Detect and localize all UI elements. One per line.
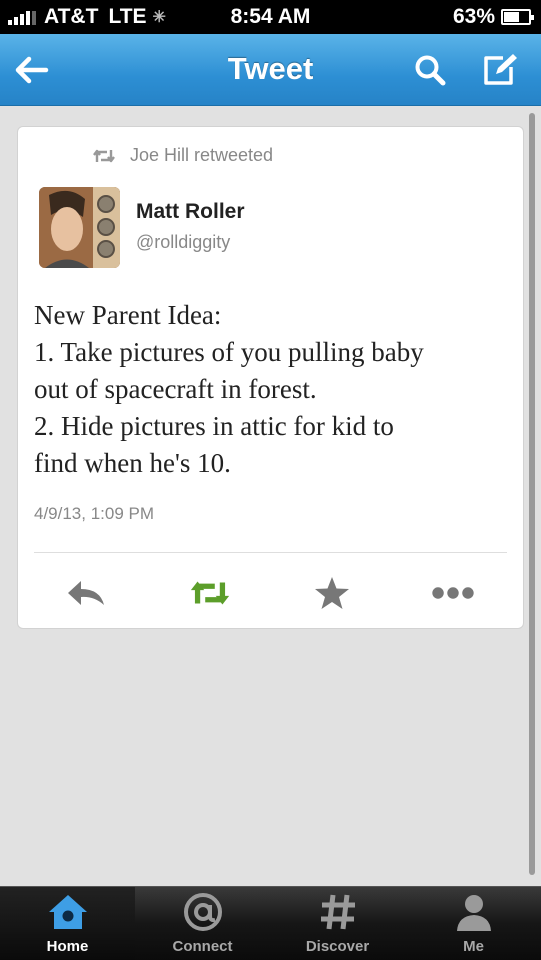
retweet-button[interactable] xyxy=(188,575,232,611)
at-sign-icon xyxy=(183,893,222,931)
tab-bar: Home Connect Discover Me xyxy=(0,886,541,960)
tab-discover[interactable]: Discover xyxy=(270,887,405,960)
tab-connect[interactable]: Connect xyxy=(135,887,270,960)
battery-level xyxy=(504,12,519,22)
tweet-text-line: 2. Hide pictures in attic for kid to xyxy=(34,411,394,441)
reply-button[interactable] xyxy=(64,575,108,611)
tweet-text-line: New Parent Idea: xyxy=(34,300,222,330)
search-icon xyxy=(415,55,446,86)
compose-button[interactable] xyxy=(478,50,522,90)
author-name[interactable]: Matt Roller xyxy=(136,200,245,224)
more-button[interactable] xyxy=(431,575,475,611)
author-handle[interactable]: @rolldiggity xyxy=(136,232,230,253)
scrollbar[interactable] xyxy=(529,113,535,875)
tweet-text-line: find when he's 10. xyxy=(34,448,231,478)
avatar-photo xyxy=(39,187,120,268)
tweet-text-line: 1. Take pictures of you pulling baby xyxy=(34,337,424,367)
hash-icon xyxy=(320,894,355,930)
compose-icon xyxy=(484,54,517,85)
reply-icon xyxy=(68,581,104,605)
favorite-button[interactable] xyxy=(310,575,354,611)
nav-bar: Tweet xyxy=(0,34,541,106)
retweet-small-icon xyxy=(93,149,115,162)
divider xyxy=(34,552,507,553)
battery-icon xyxy=(501,9,534,25)
tab-label: Connect xyxy=(172,938,233,955)
tab-label: Me xyxy=(463,938,484,955)
page-title: Tweet xyxy=(227,51,314,86)
more-dots-icon xyxy=(432,587,474,599)
search-button[interactable] xyxy=(408,50,452,90)
tab-label: Home xyxy=(46,938,89,955)
retweet-context: Joe Hill retweeted xyxy=(92,145,273,166)
tab-me[interactable]: Me xyxy=(406,887,541,960)
tweet-card: Joe Hill retweeted Matt Roller @rolldigg… xyxy=(17,126,524,629)
avatar[interactable] xyxy=(39,187,120,268)
favorite-star-icon xyxy=(315,577,349,609)
status-bar: AT&T LTE ✳ 8:54 AM 63% xyxy=(0,0,541,34)
tab-home[interactable]: Home xyxy=(0,887,135,960)
tweet-text: New Parent Idea: 1. Take pictures of you… xyxy=(34,297,514,482)
home-icon xyxy=(48,895,87,929)
status-right: 63% xyxy=(452,5,534,29)
tweet-timestamp: 4/9/13, 1:09 PM xyxy=(34,504,155,523)
battery-percent: 63% xyxy=(452,5,495,28)
tab-label: Discover xyxy=(305,938,370,955)
tweet-text-line: out of spacecraft in forest. xyxy=(34,374,317,404)
tweet-detail-view: Joe Hill retweeted Matt Roller @rolldigg… xyxy=(0,107,541,886)
person-icon xyxy=(456,895,491,931)
retweeted-by-label: Joe Hill retweeted xyxy=(130,145,274,165)
retweet-icon xyxy=(190,581,230,605)
